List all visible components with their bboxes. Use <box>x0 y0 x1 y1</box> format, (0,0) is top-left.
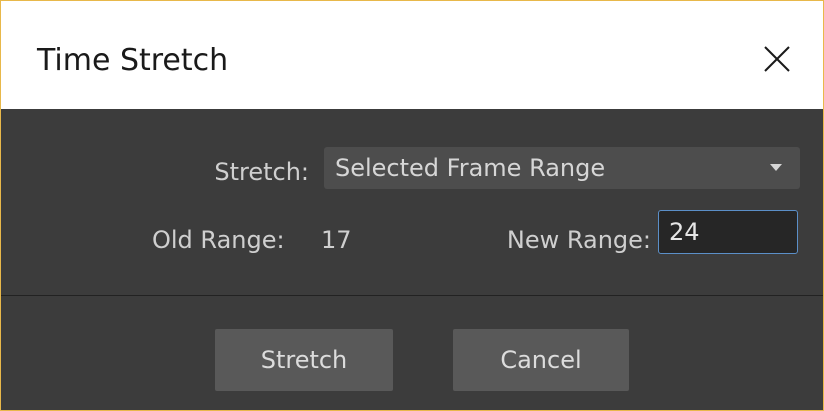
chevron-down-icon <box>770 164 782 171</box>
dialog-title: Time Stretch <box>37 43 229 78</box>
close-icon <box>764 46 790 72</box>
new-range-label: New Range: <box>506 226 651 254</box>
time-stretch-dialog: Time Stretch Stretch: Selected Frame Ran… <box>0 0 824 411</box>
stretch-button[interactable]: Stretch <box>215 329 393 391</box>
stretch-label: Stretch: <box>214 158 309 186</box>
dialog-body: Stretch: Selected Frame Range Old Range:… <box>1 109 823 295</box>
stretch-dropdown[interactable]: Selected Frame Range <box>324 147 800 189</box>
old-range-label: Old Range: <box>152 226 285 254</box>
close-button[interactable] <box>731 19 823 99</box>
dialog-footer: Stretch Cancel <box>1 296 823 410</box>
cancel-button[interactable]: Cancel <box>453 329 629 391</box>
title-bar: Time Stretch <box>1 1 823 109</box>
new-range-input[interactable] <box>658 210 798 254</box>
stretch-dropdown-value: Selected Frame Range <box>335 154 606 182</box>
old-range-value: 17 <box>321 226 352 254</box>
